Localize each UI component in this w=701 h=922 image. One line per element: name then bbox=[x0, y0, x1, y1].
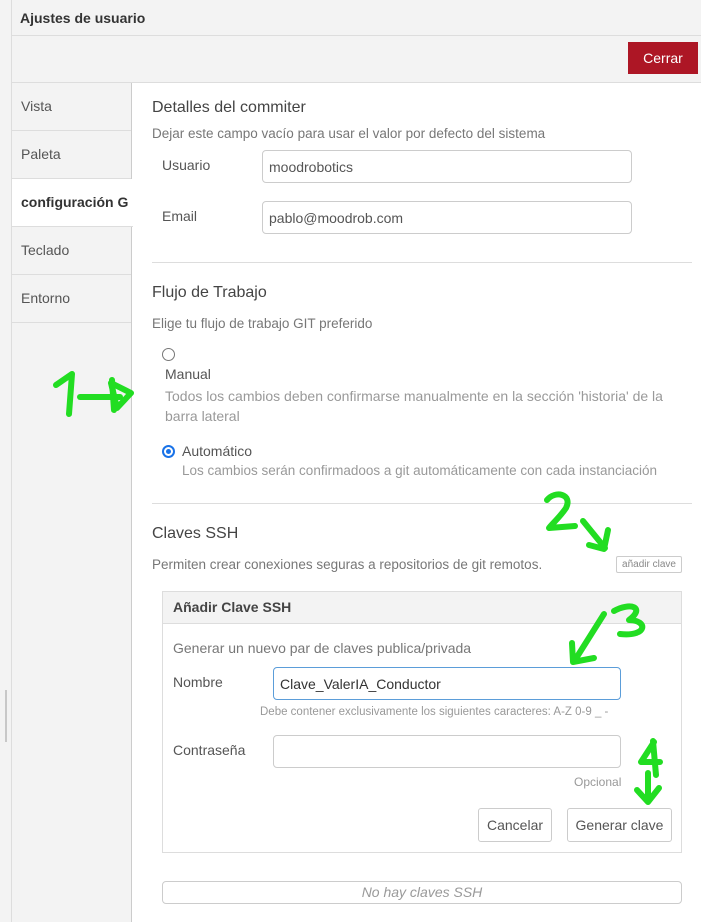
password-input[interactable] bbox=[273, 735, 621, 768]
password-help: Opcional bbox=[574, 775, 622, 789]
settings-content: Detalles del commiter Dejar este campo v… bbox=[132, 83, 701, 922]
panel-hint: Generar un nuevo par de claves publica/p… bbox=[173, 640, 472, 656]
dialog-title: Ajustes de usuario bbox=[20, 10, 146, 26]
panel-title: Añadir Clave SSH bbox=[163, 592, 681, 624]
ssh-keys-list-empty: No hay claves SSH bbox=[162, 881, 682, 904]
dialog-titlebar: Ajustes de usuario bbox=[12, 0, 701, 36]
ssh-heading: Claves SSH bbox=[152, 525, 239, 542]
tab-vista[interactable]: Vista bbox=[12, 83, 131, 131]
workflow-hint: Elige tu flujo de trabajo GIT preferido bbox=[152, 316, 373, 331]
manual-radio[interactable] bbox=[162, 348, 175, 361]
workflow-heading: Flujo de Trabajo bbox=[152, 284, 267, 301]
divider bbox=[152, 503, 692, 504]
generate-key-button[interactable]: Generar clave bbox=[567, 808, 672, 842]
tab-paleta[interactable]: Paleta bbox=[12, 131, 131, 179]
close-button[interactable]: Cerrar bbox=[628, 42, 698, 74]
auto-radio[interactable] bbox=[162, 445, 175, 458]
auto-description: Los cambios serán confirmadoos a git aut… bbox=[182, 463, 658, 478]
committer-heading: Detalles del commiter bbox=[152, 99, 306, 116]
tab-teclado[interactable]: Teclado bbox=[12, 227, 131, 275]
key-name-input[interactable]: Clave_ValerIA_Conductor bbox=[273, 667, 621, 700]
dialog-toolbar: Cerrar bbox=[12, 36, 701, 83]
manual-description: Todos los cambios deben confirmarse manu… bbox=[165, 388, 663, 424]
manual-label[interactable]: Manual bbox=[165, 366, 211, 382]
divider bbox=[152, 262, 692, 263]
email-label: Email bbox=[162, 208, 198, 224]
email-input[interactable]: pablo@moodrob.com bbox=[262, 201, 632, 234]
resize-grip[interactable] bbox=[5, 690, 7, 742]
name-help: Debe contener exclusivamente los siguien… bbox=[260, 706, 609, 718]
tab-git-config[interactable]: configuración G bbox=[12, 179, 133, 227]
user-input[interactable]: moodrobotics bbox=[262, 150, 632, 183]
committer-hint: Dejar este campo vacío para usar el valo… bbox=[152, 126, 546, 141]
settings-sidebar: Vista Paleta configuración G Teclado Ent… bbox=[12, 83, 133, 922]
add-key-button[interactable]: añadir clave bbox=[616, 556, 682, 573]
password-label: Contraseña bbox=[173, 742, 246, 758]
add-ssh-key-panel: Añadir Clave SSH Generar un nuevo par de… bbox=[162, 591, 682, 853]
left-edge-panel bbox=[0, 0, 12, 922]
tab-entorno[interactable]: Entorno bbox=[12, 275, 131, 323]
cancel-button[interactable]: Cancelar bbox=[478, 808, 552, 842]
ssh-hint: Permiten crear conexiones seguras a repo… bbox=[152, 557, 543, 572]
auto-label[interactable]: Automático bbox=[182, 443, 252, 459]
user-label: Usuario bbox=[162, 157, 211, 173]
name-label: Nombre bbox=[173, 674, 223, 690]
